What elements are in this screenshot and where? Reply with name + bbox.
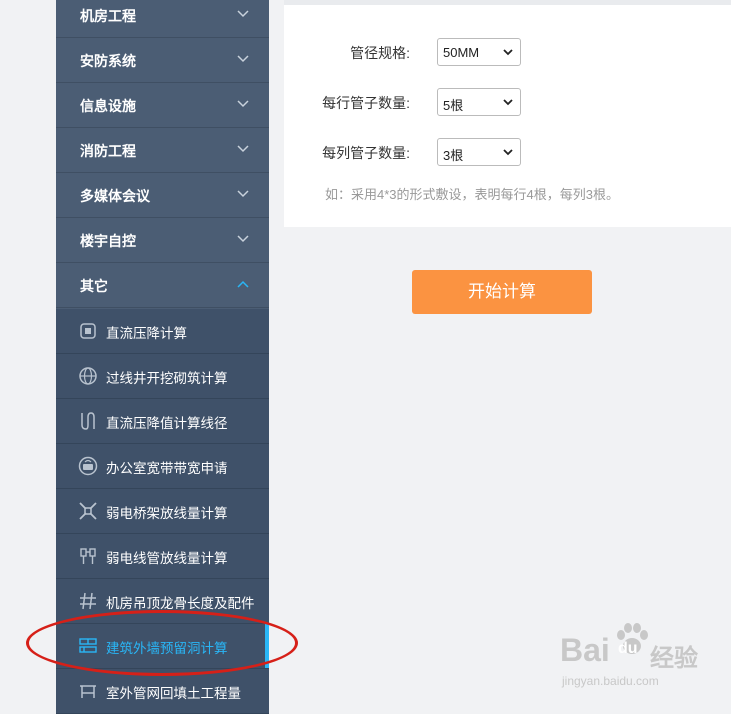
sidebar-item-fire[interactable]: 消防工程: [56, 129, 269, 173]
sidebar-item-security[interactable]: 安防系统: [56, 39, 269, 83]
sub-item-well-excavation[interactable]: 过线井开挖砌筑计算: [56, 354, 269, 399]
sidebar-item-label: 安防系统: [80, 53, 136, 69]
pipe-spec-value: 50MM: [443, 45, 480, 60]
sub-item-dc-voltage-drop[interactable]: 直流压降计算: [56, 309, 269, 354]
per-col-value: 3根: [443, 148, 464, 163]
chevron-down-icon: [237, 10, 249, 18]
wall-hole-icon: [79, 638, 97, 653]
watermark-brand: Bai: [560, 632, 610, 668]
watermark-cn: 经验: [650, 645, 698, 672]
chevron-down-icon: [237, 235, 249, 243]
chevron-down-icon: [237, 145, 249, 153]
sub-item-tray-cabling[interactable]: 弱电桥架放线量计算: [56, 489, 269, 534]
sidebar-item-label: 消防工程: [80, 143, 136, 159]
chevron-down-icon: [237, 100, 249, 108]
hint-text: 如：采用4*3的形式敷设，表明每行4根，每列3根。: [325, 187, 619, 202]
sub-item-conduit-cabling[interactable]: 弱电线管放线量计算: [56, 534, 269, 579]
chevron-up-icon: [237, 280, 249, 288]
sidebar-item-label: 信息设施: [80, 98, 136, 114]
sub-item-label: 弱电桥架放线量计算: [106, 506, 228, 521]
sub-item-dc-wire-gauge[interactable]: 直流压降值计算线径: [56, 399, 269, 444]
sub-item-office-broadband[interactable]: 办公室宽带带宽申请: [56, 444, 269, 489]
conduit-icon: [80, 548, 96, 564]
sub-item-label: 室外管网回填土工程量: [106, 686, 241, 701]
sidebar-item-label: 多媒体会议: [80, 188, 150, 204]
sub-item-label: 机房吊顶龙骨长度及配件: [106, 596, 255, 611]
tray-icon: [79, 502, 97, 520]
sidebar-item-building-control[interactable]: 楼宇自控: [56, 219, 269, 263]
sub-item-label: 建筑外墙预留洞计算: [106, 641, 228, 656]
sidebar: 机房工程 安防系统 信息设施 消防工程 多媒体会议 楼宇自控 其它 直流压降计算…: [56, 0, 269, 714]
trench-icon: [80, 685, 96, 698]
cable-icon: [81, 412, 95, 430]
per-row-select[interactable]: 5根: [437, 88, 521, 116]
sidebar-item-multimedia[interactable]: 多媒体会议: [56, 174, 269, 218]
globe-icon: [79, 367, 97, 385]
per-row-value: 5根: [443, 98, 464, 113]
sidebar-item-info-facilities[interactable]: 信息设施: [56, 84, 269, 128]
chevron-down-icon: [503, 49, 513, 56]
per-col-select[interactable]: 3根: [437, 138, 521, 166]
start-calculation-button[interactable]: 开始计算: [412, 270, 592, 314]
sidebar-item-label: 机房工程: [80, 8, 136, 24]
chip-icon: [80, 323, 96, 339]
router-icon: [78, 456, 98, 476]
baidu-watermark: Bai du 经验 jingyan.baidu.com: [560, 618, 730, 698]
sidebar-item-machine-room[interactable]: 机房工程: [56, 0, 269, 38]
sidebar-item-other[interactable]: 其它: [56, 264, 269, 308]
active-indicator: [265, 624, 269, 668]
sub-item-label: 直流压降计算: [106, 326, 187, 341]
chevron-down-icon: [237, 55, 249, 63]
chevron-down-icon: [503, 99, 513, 106]
sub-item-backfill[interactable]: 室外管网回填土工程量: [56, 669, 269, 714]
sub-item-label: 直流压降值计算线径: [106, 416, 228, 431]
chevron-down-icon: [503, 149, 513, 156]
pipe-spec-label: 管径规格:: [350, 45, 410, 61]
chevron-down-icon: [237, 190, 249, 198]
watermark-url: jingyan.baidu.com: [562, 674, 659, 688]
per-row-label: 每行管子数量:: [322, 95, 410, 111]
sidebar-item-label: 楼宇自控: [80, 233, 136, 249]
pipe-spec-select[interactable]: 50MM: [437, 38, 521, 66]
sub-item-label: 过线井开挖砌筑计算: [106, 371, 228, 386]
watermark-brand2: du: [618, 640, 638, 657]
sub-item-label: 弱电线管放线量计算: [106, 551, 228, 566]
sub-item-ceiling-keel[interactable]: 机房吊顶龙骨长度及配件: [56, 579, 269, 624]
sub-item-wall-holes[interactable]: 建筑外墙预留洞计算: [56, 624, 269, 669]
per-col-label: 每列管子数量:: [322, 145, 410, 161]
sub-item-label: 办公室宽带带宽申请: [106, 461, 228, 476]
form-panel: 管径规格: 50MM 每行管子数量: 5根 每列管子数量: 3根 如：采用4*3…: [284, 5, 731, 227]
grid-icon: [80, 592, 96, 610]
sidebar-item-label: 其它: [80, 278, 108, 294]
